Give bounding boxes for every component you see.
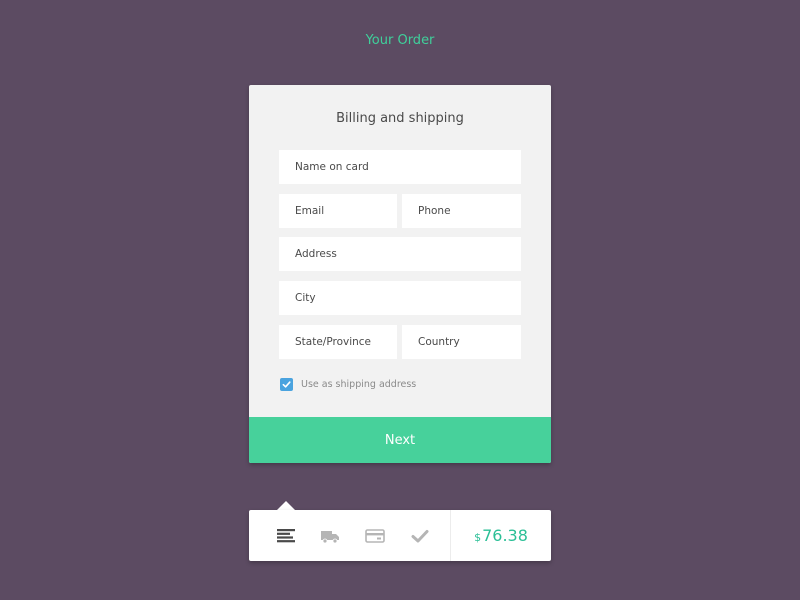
card-title: Billing and shipping bbox=[336, 111, 464, 126]
active-step-pointer bbox=[277, 501, 295, 510]
step-payment[interactable] bbox=[362, 523, 388, 549]
phone-field[interactable] bbox=[402, 194, 521, 228]
currency-symbol: $ bbox=[474, 530, 482, 544]
shipping-address-option[interactable]: Use as shipping address bbox=[280, 377, 416, 391]
billing-card: Billing and shipping Use as shipping add… bbox=[249, 85, 551, 463]
truck-icon bbox=[321, 531, 339, 544]
total-amount: 76.38 bbox=[482, 526, 528, 545]
city-field[interactable] bbox=[279, 281, 521, 315]
email-field[interactable] bbox=[279, 194, 397, 228]
state-province-field[interactable] bbox=[279, 325, 397, 359]
list-icon bbox=[277, 529, 295, 543]
shipping-address-label: Use as shipping address bbox=[301, 378, 417, 390]
checkout-page: Your Order Billing and shipping Use as s… bbox=[0, 0, 800, 600]
step-billing[interactable] bbox=[273, 523, 299, 549]
order-steps-bar: $ 76.38 bbox=[249, 510, 551, 561]
step-shipping[interactable] bbox=[317, 523, 343, 549]
checkmark-icon bbox=[411, 530, 429, 543]
name-on-card-field[interactable] bbox=[279, 150, 521, 184]
credit-card-icon bbox=[365, 529, 385, 543]
next-button[interactable]: Next bbox=[249, 417, 551, 463]
country-field[interactable] bbox=[402, 325, 521, 359]
order-total: $ 76.38 bbox=[451, 510, 551, 561]
shipping-address-checkbox[interactable] bbox=[280, 377, 293, 391]
step-confirm[interactable] bbox=[407, 523, 433, 549]
check-icon bbox=[282, 380, 291, 388]
page-title: Your Order bbox=[365, 33, 435, 48]
address-field[interactable] bbox=[279, 237, 521, 271]
